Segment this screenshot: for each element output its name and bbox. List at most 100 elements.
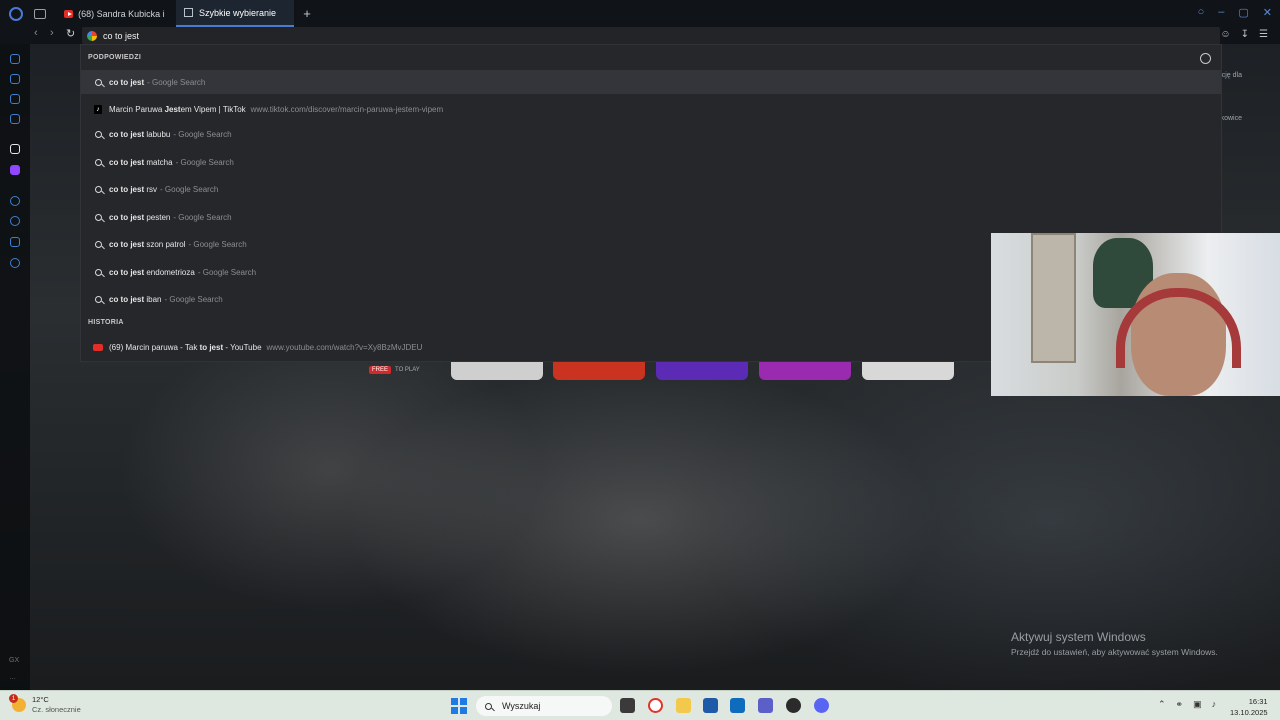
discord-icon[interactable] bbox=[814, 698, 829, 713]
google-icon bbox=[87, 30, 97, 41]
tab-menu-icon[interactable] bbox=[34, 8, 46, 19]
new-tab-button[interactable]: + bbox=[300, 6, 314, 21]
clock-time: 16:31 bbox=[1248, 697, 1268, 706]
store-icon[interactable] bbox=[703, 698, 718, 713]
suggestion-text: endometrioza bbox=[144, 267, 195, 277]
notification-badge: 1 bbox=[9, 694, 18, 703]
download-icon[interactable]: ↧ bbox=[1241, 29, 1249, 40]
search-icon bbox=[94, 295, 102, 303]
speed-dial-tile[interactable] bbox=[451, 362, 543, 380]
more-icon[interactable]: … bbox=[9, 674, 16, 681]
gx-corner-icon[interactable] bbox=[10, 74, 20, 84]
suggestion-match: co to jest bbox=[109, 184, 145, 194]
speed-dial-tile[interactable] bbox=[656, 362, 748, 380]
gx-label: GX bbox=[9, 657, 20, 664]
activation-subtitle: Przejdź do ustawień, aby aktywować syste… bbox=[1011, 647, 1218, 657]
navigation-bar: ‹ › ↻ ☺ ↧ ☰ bbox=[0, 27, 1280, 44]
reload-button[interactable]: ↻ bbox=[66, 27, 75, 40]
extensions-icon[interactable] bbox=[10, 237, 20, 247]
twitch-icon[interactable] bbox=[10, 165, 20, 175]
history-header: HISTORIA bbox=[88, 319, 124, 326]
opera-menu-icon[interactable] bbox=[9, 6, 23, 21]
weather-desc: Cz. słonecznie bbox=[32, 705, 81, 714]
suggestion-source: - Google Search bbox=[164, 294, 223, 304]
suggestion-item[interactable]: co to jest matcha - Google Search bbox=[81, 150, 1221, 174]
search-icon bbox=[94, 213, 102, 221]
address-input[interactable] bbox=[103, 30, 703, 41]
activation-title: Aktywuj system Windows bbox=[1011, 630, 1146, 644]
player-icon[interactable] bbox=[10, 196, 20, 206]
speed-dial-tile[interactable] bbox=[759, 362, 851, 380]
tab-label: (68) Sandra Kubicka i jej ś bbox=[78, 8, 165, 19]
suggestion-text: matcha bbox=[144, 157, 173, 167]
youtube-icon bbox=[93, 343, 103, 351]
suggestion-text: pesten bbox=[144, 212, 171, 222]
weather-widget[interactable]: 1 12°C Cz. słonecznie bbox=[9, 694, 81, 715]
free-to-play-text: TO PLAY bbox=[395, 367, 420, 373]
suggestion-source: - Google Search bbox=[188, 239, 247, 249]
suggestion-match: co to jest bbox=[109, 267, 145, 277]
profile-icon[interactable]: ☺ bbox=[1220, 29, 1230, 40]
suggestion-source: - Google Search bbox=[160, 184, 219, 194]
network-icon[interactable]: ▣ bbox=[1193, 699, 1202, 710]
weather-sun-icon: 1 bbox=[9, 694, 26, 712]
weather-temp: 12°C bbox=[32, 695, 49, 704]
history-text: - YouTube bbox=[223, 342, 262, 352]
news-icon[interactable] bbox=[10, 114, 20, 124]
messenger-icon[interactable] bbox=[10, 94, 20, 104]
webcam-overlay bbox=[991, 233, 1280, 396]
history-icon[interactable] bbox=[10, 216, 20, 226]
close-button[interactable]: ✕ bbox=[1263, 6, 1272, 19]
start-button[interactable] bbox=[451, 698, 467, 714]
suggestion-text: iban bbox=[144, 294, 162, 304]
suggestion-match: Jest bbox=[164, 104, 181, 114]
microphone-icon[interactable]: ⚭ bbox=[1176, 699, 1184, 710]
suggestion-item[interactable]: co to jest - Google Search bbox=[81, 70, 1221, 94]
forward-button[interactable]: › bbox=[50, 27, 54, 39]
minimize-button[interactable]: – bbox=[1218, 6, 1224, 19]
speed-dial-tile[interactable] bbox=[862, 362, 954, 380]
tab-speed-dial[interactable]: Szybkie wybieranie bbox=[176, 0, 294, 27]
maximize-button[interactable]: ▢ bbox=[1238, 6, 1248, 19]
history-match: to jest bbox=[199, 342, 224, 352]
webcam-door bbox=[1031, 233, 1076, 363]
tab-strip: (68) Sandra Kubicka i jej ś Szybkie wybi… bbox=[0, 0, 1280, 27]
suggestion-url: www.tiktok.com/discover/marcin-paruwa-je… bbox=[250, 104, 444, 114]
gx-control-icon[interactable] bbox=[10, 54, 20, 64]
suggestion-item[interactable]: ♪ Marcin Paruwa Jest em Vipem | TikTok ww… bbox=[81, 97, 1221, 121]
menu-icon[interactable]: ☰ bbox=[1259, 29, 1268, 40]
aria-icon[interactable] bbox=[10, 144, 20, 154]
tab-youtube[interactable]: (68) Sandra Kubicka i jej ś bbox=[56, 0, 173, 27]
free-badge: FREE bbox=[369, 366, 392, 374]
suggestion-source: - Google Search bbox=[197, 267, 257, 277]
outlook-icon[interactable] bbox=[730, 698, 745, 713]
search-tabs-icon[interactable]: ○ bbox=[1198, 6, 1205, 19]
settings-icon[interactable] bbox=[10, 258, 20, 268]
search-icon bbox=[94, 78, 102, 86]
teams-icon[interactable] bbox=[758, 698, 773, 713]
suggestion-item[interactable]: co to jest labubu - Google Search bbox=[81, 122, 1221, 146]
chevron-up-icon[interactable]: ⌃ bbox=[1158, 699, 1166, 710]
suggestion-match: co to jest bbox=[109, 129, 145, 139]
taskbar: 1 12°C Cz. słonecznie Wyszukaj ⌃ ⚭ ▣ ♪ 1… bbox=[0, 690, 1280, 720]
suggestion-item[interactable]: co to jest pesten - Google Search bbox=[81, 205, 1221, 229]
speed-dial-icon bbox=[184, 8, 193, 17]
file-explorer-icon[interactable] bbox=[676, 698, 691, 713]
taskbar-search[interactable]: Wyszukaj bbox=[476, 696, 612, 716]
free-to-play-label: FREE TO PLAY bbox=[369, 366, 420, 374]
emoji-icon[interactable] bbox=[1200, 53, 1211, 64]
address-bar[interactable] bbox=[82, 27, 1220, 44]
suggestion-item[interactable]: co to jest rsv - Google Search bbox=[81, 177, 1221, 201]
opera-gx-taskbar-icon[interactable] bbox=[648, 698, 663, 713]
volume-icon[interactable]: ♪ bbox=[1212, 699, 1217, 710]
back-button[interactable]: ‹ bbox=[34, 27, 38, 39]
task-view-icon[interactable] bbox=[620, 698, 635, 713]
clock[interactable]: 16:31 13.10.2025 bbox=[1230, 696, 1268, 718]
app-icon[interactable] bbox=[786, 698, 801, 713]
youtube-icon bbox=[64, 9, 74, 18]
speed-dial-tile[interactable] bbox=[553, 362, 645, 380]
clock-date: 13.10.2025 bbox=[1230, 708, 1268, 717]
search-icon bbox=[94, 240, 102, 248]
suggestion-text: szon patrol bbox=[144, 239, 186, 249]
suggestion-source: - Google Search bbox=[175, 157, 234, 167]
